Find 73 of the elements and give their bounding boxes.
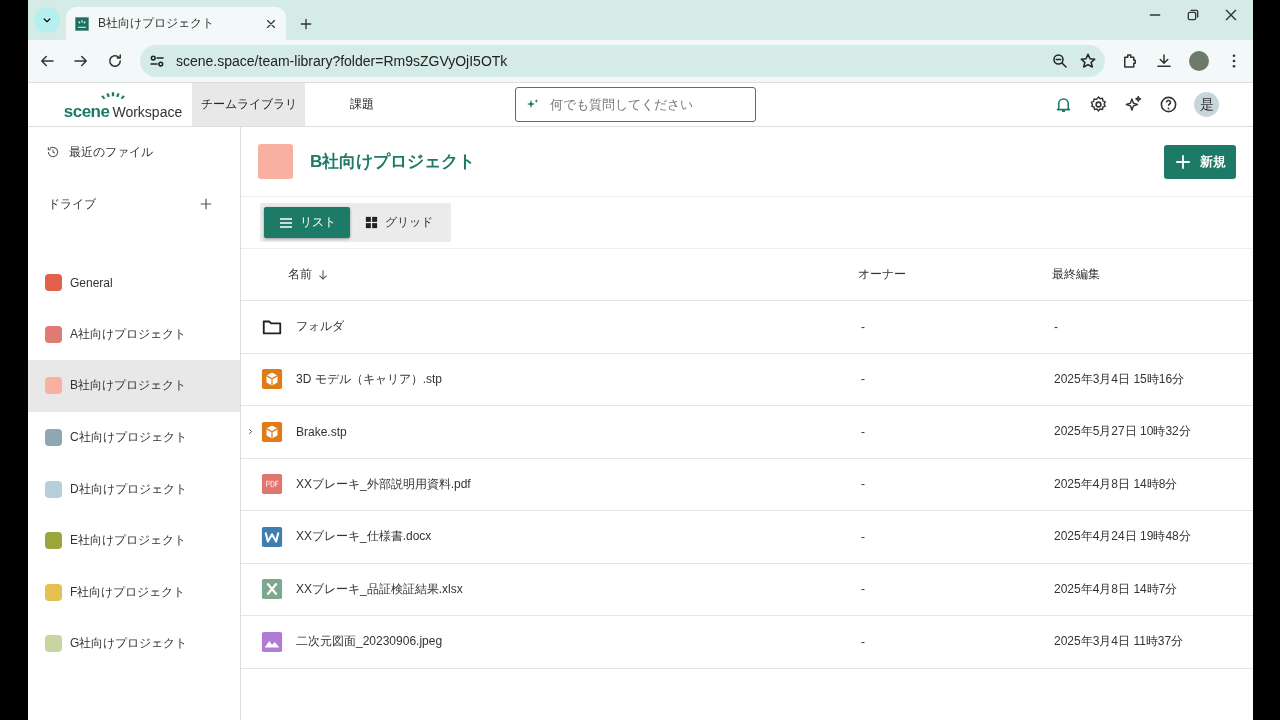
file-name[interactable]: XXブレーキ_外部説明用資料.pdf	[296, 475, 471, 493]
edited-date: 2025年4月24日 19時48分	[1054, 529, 1191, 544]
settings-icon[interactable]	[1089, 95, 1108, 114]
image-file-icon	[261, 630, 283, 653]
add-icon[interactable]	[198, 196, 214, 212]
file-name[interactable]: XXブレーキ_品証検証結果.xlsx	[296, 580, 463, 598]
edited-date: 2025年3月4日 15時16分	[1054, 371, 1185, 386]
edited-date: 2025年5月27日 10時32分	[1054, 424, 1191, 439]
sparkle-icon[interactable]	[1124, 95, 1143, 114]
site-settings-icon[interactable]	[148, 52, 166, 70]
cube-file-icon	[261, 420, 283, 443]
drive-item[interactable]: A社向けプロジェクト	[28, 308, 240, 361]
tab-title: B社向けプロジェクト	[98, 15, 215, 32]
new-button[interactable]: 新規	[1164, 144, 1236, 179]
new-tab-icon[interactable]	[298, 16, 314, 32]
file-name[interactable]: 3D モデル（キャリア）.stp	[296, 370, 442, 388]
section-heading: ドライブ	[48, 195, 96, 213]
view-tab[interactable]: リスト	[264, 207, 350, 238]
file-name[interactable]: Brake.stp	[296, 424, 347, 439]
owner-cell: -	[861, 424, 865, 439]
extensions-icon[interactable]	[1121, 52, 1139, 70]
help-icon[interactable]	[1159, 95, 1178, 114]
nav-tab[interactable]: 課題	[305, 83, 418, 126]
notification-bell-icon[interactable]	[1054, 95, 1073, 114]
browser-tab[interactable]: B社向けプロジェクト	[66, 7, 286, 40]
plus-icon	[1174, 152, 1192, 171]
column-header[interactable]: オーナー	[858, 266, 906, 283]
user-avatar[interactable]: 是	[1194, 92, 1219, 117]
grid-icon	[364, 215, 379, 230]
owner-cell: -	[861, 477, 865, 492]
drive-item[interactable]: G社向けプロジェクト	[28, 618, 240, 670]
drive-item[interactable]: F社向けプロジェクト	[28, 566, 240, 619]
recent-files-link[interactable]: 最近のファイル	[28, 127, 240, 177]
close-icon[interactable]	[1223, 7, 1239, 23]
edited-date: 2025年3月4日 11時37分	[1054, 634, 1184, 649]
star-icon[interactable]	[1079, 52, 1097, 70]
drive-item[interactable]: C社向けプロジェクト	[28, 411, 240, 464]
file-name[interactable]: 二次元図面_20230906.jpeg	[296, 633, 443, 651]
owner-cell: -	[861, 634, 865, 649]
cube-file-icon	[261, 368, 283, 391]
edited-date: 2025年4月8日 14時8分	[1054, 476, 1178, 491]
nav-tab[interactable]: チームライブラリ	[192, 83, 305, 126]
restore-icon[interactable]	[1185, 7, 1201, 23]
drive-item[interactable]: B社向けプロジェクト	[28, 360, 240, 412]
drive-item[interactable]: D社向けプロジェクト	[28, 463, 240, 515]
owner-cell: -	[861, 319, 865, 334]
reload-icon[interactable]	[106, 52, 124, 70]
app-logo[interactable]: scene Workspace	[28, 83, 192, 126]
address-bar[interactable]: scene.space/team-library?folder=Rm9sZGVyOjI5OTk	[140, 45, 1105, 77]
edited-date: -	[1054, 319, 1058, 334]
edited-date: 2025年4月8日 14時7分	[1054, 581, 1178, 596]
column-header[interactable]: 名前	[288, 266, 312, 283]
file-name[interactable]: フォルダ	[296, 318, 344, 336]
history-icon	[46, 145, 60, 159]
download-icon[interactable]	[1155, 52, 1173, 70]
profile-avatar[interactable]	[1189, 51, 1209, 71]
favicon-icon	[74, 15, 90, 32]
owner-cell: -	[861, 582, 865, 597]
view-tab[interactable]: グリッド	[350, 207, 447, 238]
ask-field[interactable]: 何でも質問してください	[515, 87, 756, 122]
column-header[interactable]: 最終編集	[1052, 266, 1100, 283]
url-text: scene.space/team-library?folder=Rm9sZGVyOjI5OTk	[176, 53, 509, 69]
owner-cell: -	[861, 529, 865, 544]
expand-chevron-icon[interactable]	[246, 427, 255, 437]
word-file-icon	[261, 525, 283, 548]
zoom-out-icon[interactable]	[1051, 52, 1069, 70]
folder-title: B社向けプロジェクト	[310, 151, 477, 173]
drive-item[interactable]: E社向けプロジェクト	[28, 514, 240, 567]
pdf-file-icon	[261, 473, 283, 496]
drive-item[interactable]: General	[28, 257, 240, 309]
spreadsheet-file-icon	[261, 578, 283, 601]
file-name[interactable]: XXブレーキ_仕様書.docx	[296, 528, 432, 546]
owner-cell: -	[861, 372, 865, 387]
